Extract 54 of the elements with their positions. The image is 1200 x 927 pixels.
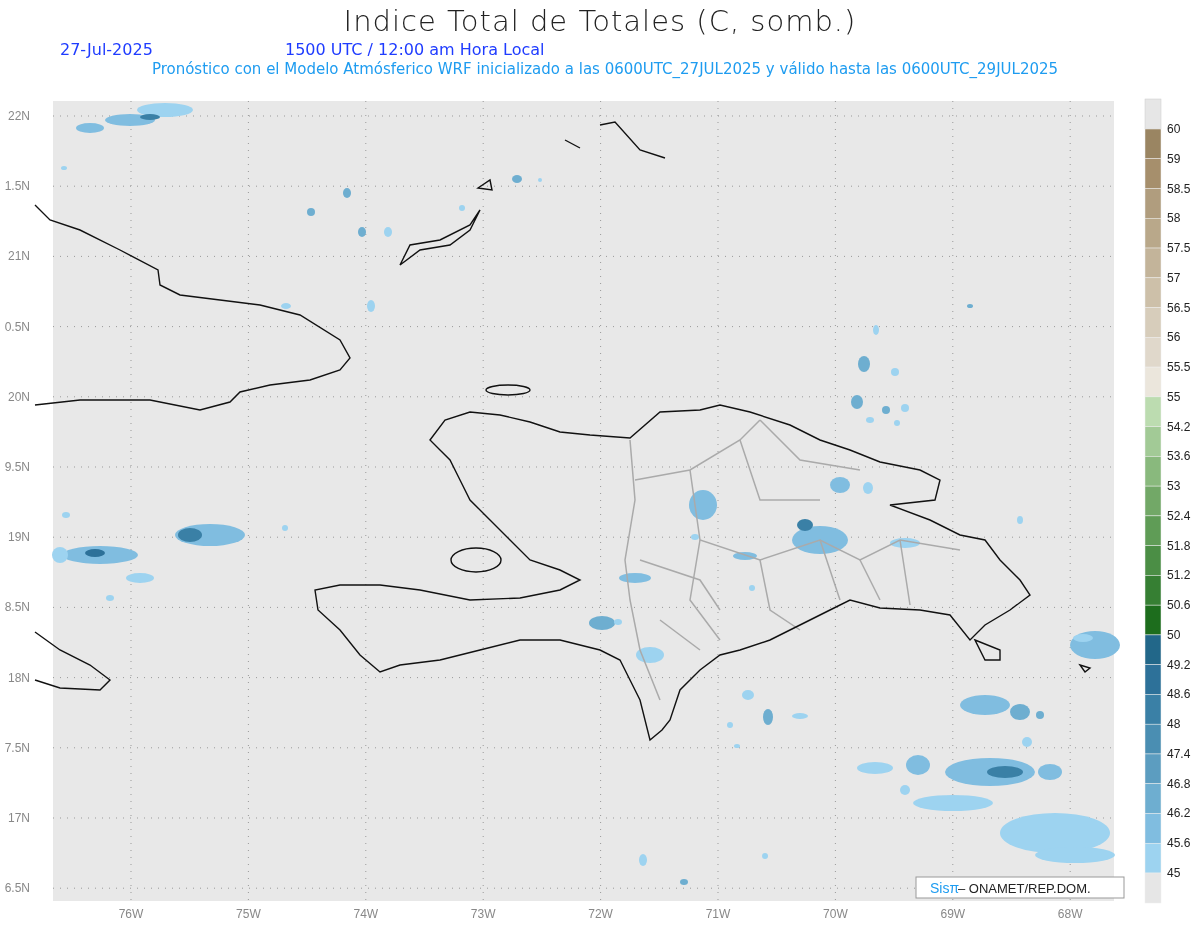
- latitude-label: 8.5N: [4, 600, 30, 615]
- date-label: 27-Jul-2025: [60, 40, 154, 59]
- longitude-label: 69W: [940, 907, 966, 921]
- colorbar-label: 46.8: [1167, 776, 1191, 791]
- colorbar-label: 56.5: [1167, 300, 1191, 315]
- latitude-label: 17N: [8, 811, 30, 825]
- colorbar-label: 48.6: [1167, 687, 1191, 702]
- colorbar-label: 59: [1167, 151, 1181, 166]
- colorbar-label: 56: [1167, 330, 1181, 345]
- latitude-label: 7.5N: [4, 740, 30, 755]
- credit-brand: Sisπ: [930, 880, 960, 896]
- colorbar-label: 58: [1167, 211, 1181, 226]
- latitude-label: 9.5N: [4, 460, 30, 474]
- latitude-label: 0.5N: [4, 319, 30, 334]
- latitude-label: 19N: [8, 530, 30, 545]
- latitude-label: 18N: [8, 670, 30, 685]
- latitude-label: 21N: [8, 249, 30, 264]
- colorbar-label: 52.4: [1167, 508, 1191, 523]
- latitude-label: 1.5N: [4, 179, 30, 194]
- latitude-label: 6.5N: [4, 881, 30, 896]
- longitude-label: 71W: [705, 907, 731, 921]
- longitude-label: 72W: [588, 907, 613, 921]
- colorbar-label: 45: [1167, 866, 1181, 880]
- colorbar-label: 48: [1167, 717, 1181, 732]
- colorbar-label: 60: [1167, 122, 1181, 136]
- latitude-label: 20N: [8, 389, 30, 404]
- longitude-label: 70W: [823, 907, 848, 921]
- colorbar-label: 51.8: [1167, 538, 1191, 553]
- latitude-label: 22N: [8, 109, 30, 123]
- chart-title: Indice Total de Totales (C, somb.): [342, 3, 858, 38]
- colorbar-label: 58.5: [1167, 181, 1191, 196]
- longitude-label: 75W: [236, 907, 261, 921]
- colorbar-label: 53: [1167, 479, 1181, 494]
- colorbar-label: 55.5: [1167, 360, 1191, 375]
- colorbar-cap: [1144, 98, 1162, 130]
- colorbar-label: 49.2: [1167, 657, 1191, 672]
- colorbar-label: 46.2: [1167, 806, 1191, 821]
- colorbar-label: 51.2: [1167, 568, 1191, 583]
- colorbar-label: 45.6: [1167, 836, 1191, 851]
- colorbar-label: 53.6: [1167, 449, 1191, 464]
- colorbar-label: 47.4: [1167, 746, 1191, 761]
- longitude-label: 74W: [353, 907, 379, 921]
- forecast-subtitle: Pronóstico con el Modelo Atmósferico WRF inicializado a las 0600UTC_27JUL2025 y válido hasta las 0600UTC_29JUL2025: [150, 60, 1060, 78]
- longitude-label: 68W: [1057, 907, 1083, 921]
- credit-text: – ONAMET/REP.DOM.: [958, 881, 1091, 896]
- colorbar-label: 50.6: [1167, 598, 1191, 613]
- longitude-label: 73W: [470, 907, 496, 921]
- colorbar-label: 57.5: [1167, 241, 1191, 256]
- colorbar-label: 50: [1167, 627, 1181, 642]
- colorbar-label: 54.2: [1167, 419, 1191, 434]
- time-label: 1500 UTC / 12:00 am Hora Local: [285, 40, 545, 59]
- longitude-label: 76W: [118, 907, 144, 921]
- colorbar-label: 55: [1167, 389, 1181, 404]
- colorbar-label: 57: [1167, 270, 1181, 285]
